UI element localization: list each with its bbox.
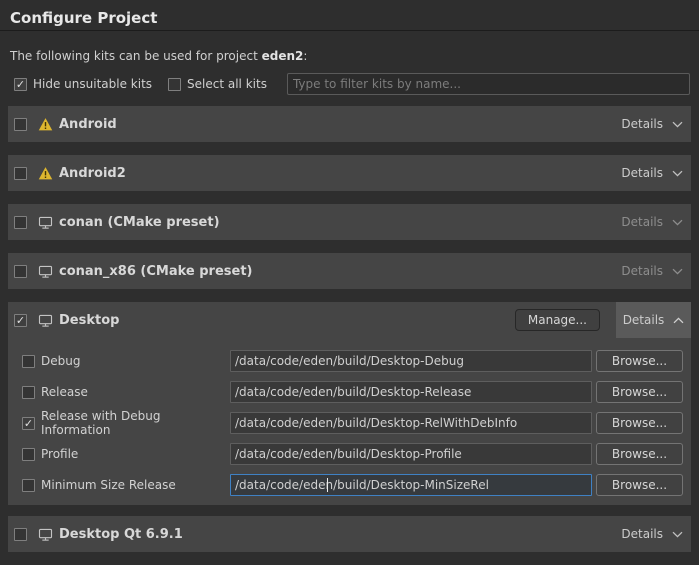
intro-prefix: The following kits can be used for proje… bbox=[10, 49, 262, 63]
build-dir-input[interactable] bbox=[230, 381, 592, 403]
warning-icon bbox=[38, 117, 53, 132]
desktop-build-configs: Debug Browse... Release Browse... Releas… bbox=[8, 338, 691, 505]
details-label: Details bbox=[621, 215, 663, 229]
kit-name: Desktop Qt 6.9.1 bbox=[59, 527, 183, 542]
hide-unsuitable-label[interactable]: Hide unsuitable kits bbox=[33, 77, 152, 91]
config-label: Minimum Size Release bbox=[41, 478, 230, 492]
kit-checkbox[interactable] bbox=[14, 167, 27, 180]
details-button[interactable]: Details bbox=[621, 215, 683, 229]
kit-filter-bar: Hide unsuitable kits Select all kits bbox=[14, 73, 690, 95]
browse-button[interactable]: Browse... bbox=[596, 412, 683, 434]
config-checkbox[interactable] bbox=[22, 479, 35, 492]
select-all-label[interactable]: Select all kits bbox=[187, 77, 267, 91]
kit-row-desktop-qt: Desktop Qt 6.9.1 Details bbox=[8, 516, 691, 552]
details-button[interactable]: Details bbox=[621, 117, 683, 131]
path-field-wrap bbox=[230, 350, 592, 372]
path-field-wrap bbox=[230, 474, 592, 496]
kit-checkbox[interactable] bbox=[14, 314, 27, 327]
kit-row-conan: conan (CMake preset) Details bbox=[8, 204, 691, 240]
config-row-release: Release Browse... bbox=[22, 381, 683, 403]
config-checkbox[interactable] bbox=[22, 355, 35, 368]
config-row-profile: Profile Browse... bbox=[22, 443, 683, 465]
path-field-wrap bbox=[230, 443, 592, 465]
config-checkbox[interactable] bbox=[22, 386, 35, 399]
chevron-down-icon bbox=[672, 219, 683, 226]
kit-name: Android bbox=[59, 117, 117, 132]
kit-checkbox[interactable] bbox=[14, 216, 27, 229]
project-name: eden2 bbox=[262, 49, 304, 63]
desktop-icon bbox=[38, 264, 53, 279]
warning-icon bbox=[38, 166, 53, 181]
kit-name: conan (CMake preset) bbox=[59, 215, 220, 230]
details-tab: Details bbox=[616, 302, 691, 338]
details-button[interactable]: Details bbox=[621, 527, 683, 541]
kit-name: Android2 bbox=[59, 166, 126, 181]
text-cursor bbox=[327, 478, 328, 492]
path-field-wrap bbox=[230, 381, 592, 403]
config-checkbox[interactable] bbox=[22, 417, 35, 430]
manage-kits-button[interactable]: Manage... bbox=[515, 309, 600, 331]
hide-unsuitable-checkbox[interactable] bbox=[14, 78, 27, 91]
details-label: Details bbox=[621, 527, 663, 541]
browse-button[interactable]: Browse... bbox=[596, 350, 683, 372]
desktop-icon bbox=[38, 313, 53, 328]
page-title: Configure Project bbox=[10, 9, 157, 27]
select-all-checkbox[interactable] bbox=[168, 78, 181, 91]
chevron-down-icon bbox=[672, 121, 683, 128]
build-dir-input[interactable] bbox=[230, 412, 592, 434]
desktop-icon bbox=[38, 527, 53, 542]
config-checkbox[interactable] bbox=[22, 448, 35, 461]
browse-button[interactable]: Browse... bbox=[596, 474, 683, 496]
title-divider bbox=[0, 30, 699, 31]
config-row-relwithdebinfo: Release with Debug Information Browse... bbox=[22, 412, 683, 434]
details-label: Details bbox=[621, 166, 663, 180]
details-button[interactable]: Details bbox=[621, 166, 683, 180]
desktop-icon bbox=[38, 215, 53, 230]
build-dir-input[interactable] bbox=[230, 474, 592, 496]
config-row-minsizerel: Minimum Size Release Browse... bbox=[22, 474, 683, 496]
config-label: Release with Debug Information bbox=[41, 409, 230, 437]
kit-name: Desktop bbox=[59, 313, 119, 328]
kit-row-conan-x86: conan_x86 (CMake preset) Details bbox=[8, 253, 691, 289]
chevron-down-icon bbox=[672, 170, 683, 177]
details-label: Details bbox=[621, 264, 663, 278]
browse-button[interactable]: Browse... bbox=[596, 443, 683, 465]
kit-checkbox[interactable] bbox=[14, 265, 27, 278]
build-dir-input[interactable] bbox=[230, 443, 592, 465]
path-field-wrap bbox=[230, 412, 592, 434]
kit-name: conan_x86 (CMake preset) bbox=[59, 264, 253, 279]
config-label: Debug bbox=[41, 354, 230, 368]
kit-row-android: Android Details bbox=[8, 106, 691, 142]
chevron-up-icon bbox=[673, 317, 684, 324]
chevron-down-icon bbox=[672, 531, 683, 538]
details-label: Details bbox=[623, 313, 665, 327]
kit-section-desktop: Desktop Manage... Details Debug Browse..… bbox=[8, 302, 691, 505]
details-label: Details bbox=[621, 117, 663, 131]
chevron-down-icon bbox=[672, 268, 683, 275]
kit-checkbox[interactable] bbox=[14, 528, 27, 541]
kit-row-android2: Android2 Details bbox=[8, 155, 691, 191]
kit-checkbox[interactable] bbox=[14, 118, 27, 131]
intro-text: The following kits can be used for proje… bbox=[10, 49, 307, 63]
details-button[interactable]: Details bbox=[623, 313, 685, 327]
browse-button[interactable]: Browse... bbox=[596, 381, 683, 403]
config-row-debug: Debug Browse... bbox=[22, 350, 683, 372]
build-dir-input[interactable] bbox=[230, 350, 592, 372]
intro-suffix: : bbox=[303, 49, 307, 63]
config-label: Release bbox=[41, 385, 230, 399]
kit-list: Android Details Android2 Details conan (… bbox=[8, 106, 691, 565]
kit-filter-input[interactable] bbox=[287, 73, 690, 95]
config-label: Profile bbox=[41, 447, 230, 461]
kit-row-desktop: Desktop Manage... Details bbox=[8, 302, 691, 338]
details-button[interactable]: Details bbox=[621, 264, 683, 278]
